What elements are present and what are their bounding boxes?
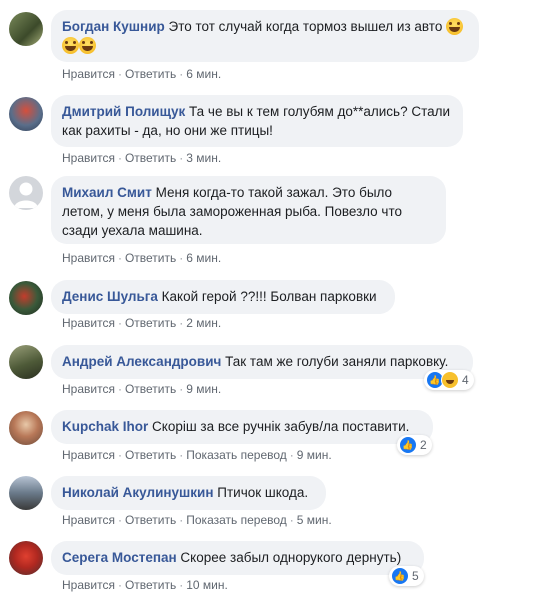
like-icon: 👍: [399, 436, 417, 454]
like-link[interactable]: Нравится: [62, 316, 115, 330]
comment-text: Птичок шкода.: [217, 485, 309, 500]
comment-timestamp[interactable]: 6 мин.: [186, 251, 221, 265]
comment-timestamp[interactable]: 5 мин.: [297, 513, 332, 527]
avatar[interactable]: [9, 345, 43, 379]
comment-timestamp[interactable]: 2 мин.: [186, 316, 221, 330]
comment-actions: Нравится · Ответить · Показать перевод · 5 мин…: [62, 513, 332, 527]
avatar[interactable]: [9, 281, 43, 315]
like-link[interactable]: Нравится: [62, 151, 115, 165]
avatar[interactable]: [9, 411, 43, 445]
like-icon: 👍: [391, 567, 409, 585]
comment-actions: Нравится · Ответить · 9 мин.: [62, 382, 222, 396]
reaction-summary[interactable]: 👍 4: [424, 370, 474, 390]
haha-icon: [441, 371, 459, 389]
comment-bubble: Андрей Александрович Так там же голуби з…: [51, 345, 473, 379]
comment-author[interactable]: Kupchak Ihor: [62, 419, 148, 434]
like-link[interactable]: Нравится: [62, 251, 115, 265]
comment-author[interactable]: Андрей Александрович: [62, 354, 221, 369]
reaction-count: 4: [462, 373, 469, 387]
comment-timestamp[interactable]: 9 мин.: [297, 448, 332, 462]
avatar[interactable]: [9, 97, 43, 131]
grinning-squinting-face-icon: [79, 37, 96, 54]
comment-actions: Нравится · Ответить · 3 мин.: [62, 151, 222, 165]
comment-author[interactable]: Михаил Смит: [62, 185, 152, 200]
grinning-squinting-face-icon: [62, 37, 79, 54]
like-link[interactable]: Нравится: [62, 448, 115, 462]
like-link[interactable]: Нравится: [62, 578, 115, 592]
avatar[interactable]: [9, 176, 43, 210]
comment-author[interactable]: Денис Шульга: [62, 289, 158, 304]
comment-actions: Нравится · Ответить · 6 мин.: [62, 251, 222, 265]
comment-author[interactable]: Серега Мостепан: [62, 550, 177, 565]
reply-link[interactable]: Ответить: [125, 578, 176, 592]
reply-link[interactable]: Ответить: [125, 151, 176, 165]
like-link[interactable]: Нравится: [62, 513, 115, 527]
like-link[interactable]: Нравится: [62, 382, 115, 396]
comment-timestamp[interactable]: 10 мин.: [186, 578, 228, 592]
comment-actions: Нравится · Ответить · 2 мин.: [62, 316, 222, 330]
avatar[interactable]: [9, 476, 43, 510]
comment-bubble: Kupchak Ihor Скоріш за все ручнік забув/…: [51, 410, 433, 444]
reply-link[interactable]: Ответить: [125, 448, 176, 462]
reply-link[interactable]: Ответить: [125, 251, 176, 265]
comment-timestamp[interactable]: 9 мин.: [186, 382, 221, 396]
comment-author[interactable]: Богдан Кушнир: [62, 19, 165, 34]
comment-bubble: Николай Акулинушкин Птичок шкода.: [51, 476, 326, 510]
comment-bubble: Серега Мостепан Скорее забыл однорукого …: [51, 541, 424, 575]
reaction-count: 2: [420, 438, 427, 452]
default-avatar-icon: [14, 182, 38, 208]
reply-link[interactable]: Ответить: [125, 382, 176, 396]
comment-timestamp[interactable]: 6 мин.: [186, 67, 221, 81]
reply-link[interactable]: Ответить: [125, 513, 176, 527]
comment-author[interactable]: Николай Акулинушкин: [62, 485, 214, 500]
like-link[interactable]: Нравится: [62, 67, 115, 81]
comment-timestamp[interactable]: 3 мин.: [186, 151, 221, 165]
reaction-count: 5: [412, 569, 419, 583]
comment-actions: Нравится · Ответить · Показать перевод · 9 мин…: [62, 448, 332, 462]
reply-link[interactable]: Ответить: [125, 316, 176, 330]
show-translation-link[interactable]: Показать перевод: [186, 513, 287, 527]
reaction-summary[interactable]: 👍 5: [389, 566, 424, 586]
comment-bubble: Богдан Кушнир Это тот случай когда тормо…: [51, 10, 479, 62]
reply-link[interactable]: Ответить: [125, 67, 176, 81]
avatar[interactable]: [9, 541, 43, 575]
comment-bubble: Михаил Смит Меня когда-то такой зажал. Э…: [51, 176, 446, 244]
reaction-summary[interactable]: 👍 2: [397, 435, 432, 455]
comment-text: Скорее забыл однорукого дернуть): [180, 550, 402, 565]
comment-text: Так там же голуби заняли парковку.: [225, 354, 449, 369]
comment-author[interactable]: Дмитрий Полищук: [62, 104, 185, 119]
comment-bubble: Дмитрий Полищук Та че вы к тем голубям д…: [51, 95, 463, 147]
comment-text: Это тот случай когда тормоз вышел из авт…: [168, 19, 443, 34]
comment-text: Какой герой ??!!! Болван парковки: [161, 289, 377, 304]
avatar[interactable]: [9, 12, 43, 46]
comment-actions: Нравится · Ответить · 6 мин.: [62, 67, 222, 81]
comment-text: Скоріш за все ручнік забув/ла поставити.: [152, 419, 410, 434]
show-translation-link[interactable]: Показать перевод: [186, 448, 287, 462]
comment-bubble: Денис Шульга Какой герой ??!!! Болван па…: [51, 280, 395, 314]
grinning-squinting-face-icon: [446, 18, 464, 35]
comment-actions: Нравится · Ответить · 10 мин.: [62, 578, 228, 592]
